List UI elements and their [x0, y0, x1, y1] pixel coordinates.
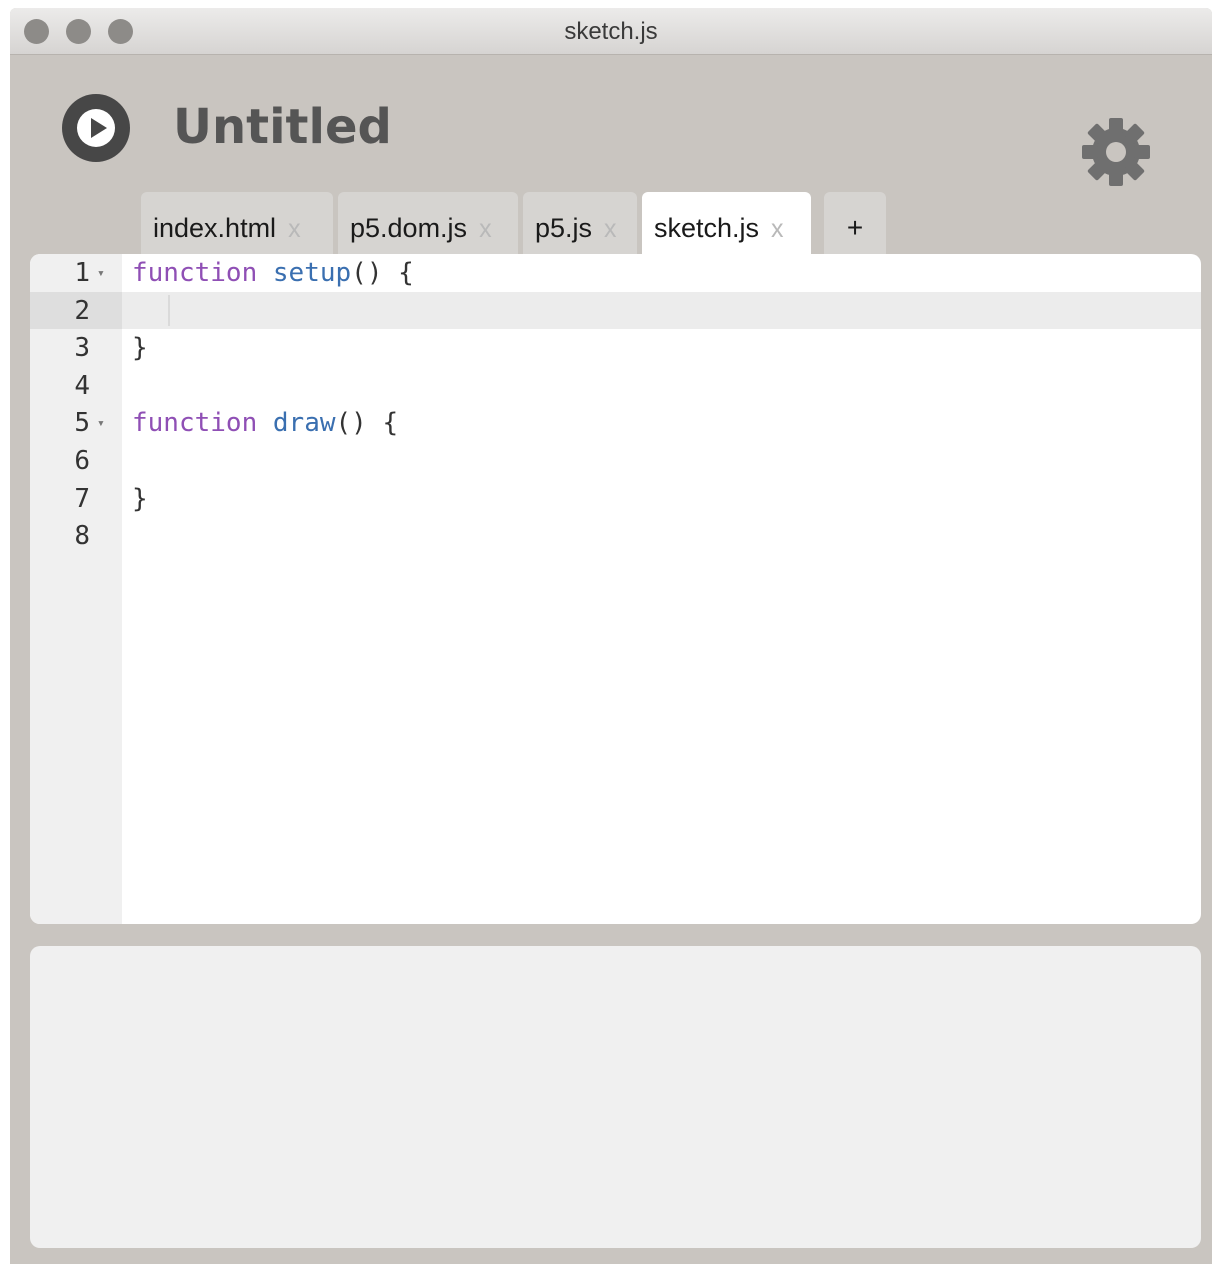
- code-editor[interactable]: 1 ▾ function setup() {2 3} 4 5 ▾ function draw(…: [30, 254, 1201, 924]
- tab-label: index.html: [153, 213, 277, 243]
- run-button[interactable]: [62, 94, 130, 162]
- line-number: 5: [74, 408, 90, 439]
- code-line[interactable]: 2: [30, 293, 1201, 330]
- function-name-token: draw: [272, 408, 336, 439]
- line-number: 7: [74, 483, 90, 514]
- tab-close-icon[interactable]: x: [288, 215, 301, 243]
- code-line[interactable]: 1 ▾ function setup() {: [30, 255, 1201, 292]
- code-token: }: [132, 483, 148, 514]
- keyword-token: function: [132, 258, 258, 288]
- gear-icon: [1082, 118, 1150, 186]
- tab-close-icon[interactable]: x: [604, 215, 617, 243]
- code-line[interactable]: 5 ▾ function draw() {: [30, 405, 1201, 442]
- line-number: 6: [74, 446, 90, 476]
- tab-close-icon[interactable]: x: [771, 215, 784, 243]
- line-number: 8: [74, 521, 90, 552]
- code-line[interactable]: 8: [30, 518, 1201, 555]
- code-line[interactable]: 7}: [30, 481, 1201, 518]
- settings-button[interactable]: [1078, 114, 1154, 190]
- code-text: }: [132, 330, 148, 367]
- window-title: sketch.js: [564, 18, 658, 45]
- line-number: 1: [74, 258, 90, 288]
- code-line[interactable]: 6: [30, 443, 1201, 480]
- title-bar: sketch.js: [10, 8, 1212, 55]
- line-number: 2: [74, 295, 90, 326]
- code-line[interactable]: 3}: [30, 330, 1201, 367]
- play-icon: [77, 109, 115, 147]
- code-text: function draw() {: [132, 405, 398, 442]
- code-token: () {: [351, 258, 414, 288]
- tab-close-icon[interactable]: x: [479, 215, 492, 243]
- code-text: }: [132, 481, 148, 518]
- fold-arrow-icon[interactable]: ▾: [97, 255, 105, 292]
- fold-arrow-icon[interactable]: ▾: [97, 405, 105, 442]
- tab-label: p5.dom.js: [350, 213, 468, 243]
- function-name-token: setup: [272, 258, 352, 288]
- line-number: 4: [74, 370, 90, 401]
- code-text: function setup() {: [132, 255, 414, 292]
- code-token: () {: [335, 408, 399, 439]
- line-number: 3: [74, 333, 90, 364]
- keyword-token: function: [132, 408, 258, 439]
- tab-sketch-js[interactable]: sketch.js x: [642, 192, 811, 254]
- code-line[interactable]: 4: [30, 368, 1201, 405]
- tab-label: sketch.js: [654, 213, 760, 243]
- tab-label: p5.js: [535, 213, 593, 243]
- tab-index-html[interactable]: index.html x: [141, 192, 333, 254]
- code-token: }: [132, 333, 148, 364]
- project-title: Untitled: [173, 99, 392, 155]
- tab-p5-js[interactable]: p5.js x: [523, 192, 637, 254]
- add-tab-button[interactable]: +: [824, 192, 886, 254]
- app-window: sketch.js Untitled index.html x p5.dom.j…: [10, 8, 1212, 1264]
- console-panel[interactable]: [30, 946, 1201, 1248]
- tab-p5-dom-js[interactable]: p5.dom.js x: [338, 192, 518, 254]
